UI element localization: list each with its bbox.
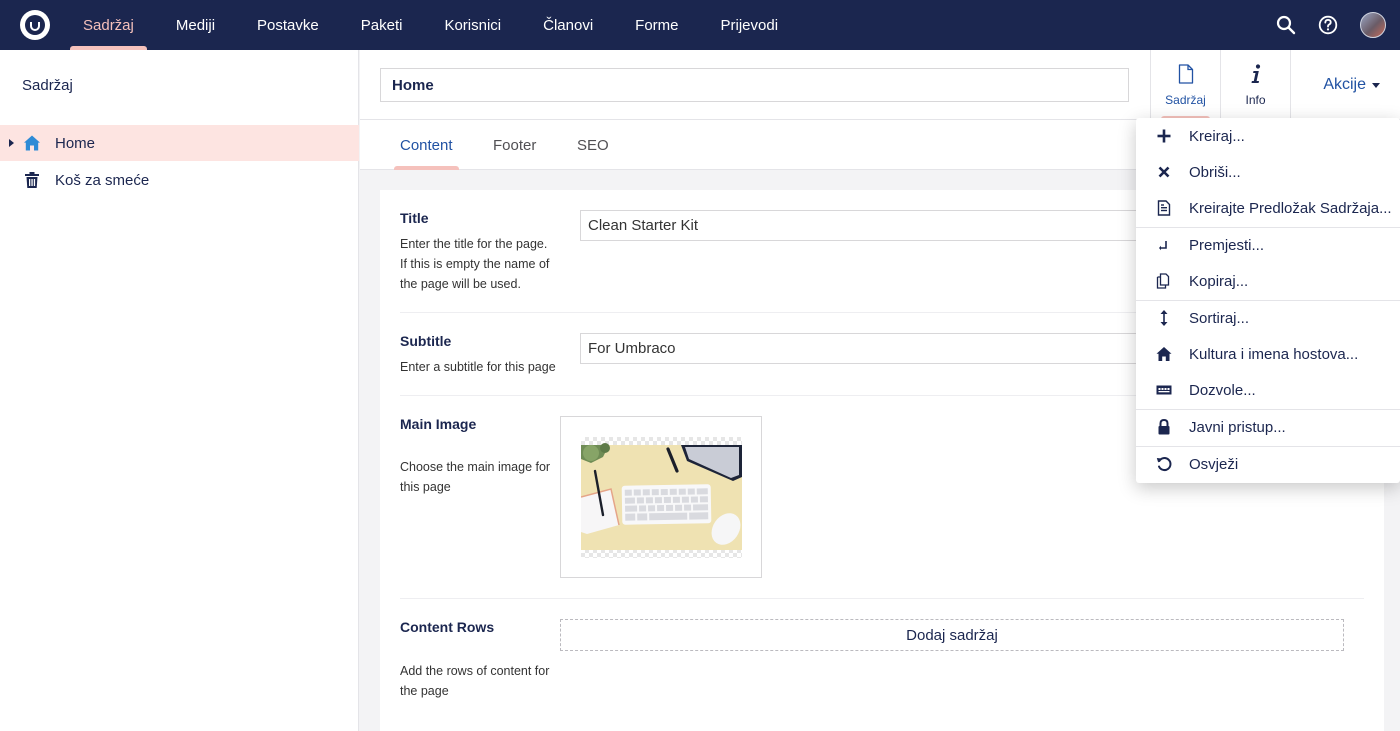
content-tree-sidebar: Sadržaj Home Koš za smeće xyxy=(0,50,359,731)
property-description: Enter a subtitle for this page xyxy=(400,360,556,374)
actions-label: Akcije xyxy=(1323,76,1366,93)
plus-icon xyxy=(1156,128,1172,144)
tree-item-recycle-bin[interactable]: Koš za smeće xyxy=(0,162,359,198)
culture-icon xyxy=(1156,346,1172,362)
permissions-icon xyxy=(1156,382,1172,398)
property-description: Add the rows of content for the page xyxy=(400,664,550,698)
desk-keyboard-image[interactable] xyxy=(580,437,742,558)
node-name-input[interactable] xyxy=(380,68,1129,102)
actions-dropdown: Kreiraj... Obriši... Kreirajte Predložak… xyxy=(1136,118,1400,483)
add-content-button[interactable]: Dodaj sadržaj xyxy=(560,619,1344,651)
app-content-button[interactable]: Sadržaj xyxy=(1150,50,1220,120)
property-label: Subtitle xyxy=(400,333,452,349)
search-icon[interactable] xyxy=(1276,15,1296,35)
nav-item-sadrzaj[interactable]: Sadržaj xyxy=(62,0,155,50)
copy-icon xyxy=(1156,273,1172,289)
action-create-blueprint[interactable]: Kreirajte Predložak Sadržaja... xyxy=(1136,190,1400,226)
move-icon xyxy=(1156,237,1172,253)
nav-item-clanovi[interactable]: Članovi xyxy=(522,0,614,50)
refresh-icon xyxy=(1156,456,1172,472)
editor-header: Sadržaj Info Akcije xyxy=(360,50,1400,120)
app-content-label: Sadržaj xyxy=(1165,92,1206,107)
main-image-picker[interactable] xyxy=(560,416,762,578)
blueprint-icon xyxy=(1156,200,1172,216)
app-info-label: Info xyxy=(1245,92,1266,107)
property-label: Main Image xyxy=(400,416,477,432)
nav-item-prijevodi[interactable]: Prijevodi xyxy=(700,0,800,50)
tab-seo[interactable]: SEO xyxy=(577,120,609,170)
nav-item-forme[interactable]: Forme xyxy=(614,0,699,50)
actions-button[interactable]: Akcije xyxy=(1323,50,1380,120)
tab-content[interactable]: Content xyxy=(394,120,459,170)
help-icon[interactable] xyxy=(1318,15,1338,35)
sidebar-title: Sadržaj xyxy=(22,77,73,94)
tree-item-home[interactable]: Home xyxy=(0,125,359,161)
action-create[interactable]: Kreiraj... xyxy=(1136,118,1400,154)
main-nav: Sadržaj Mediji Postavke Paketi Korisnici… xyxy=(62,0,799,50)
action-culture-hostnames[interactable]: Kultura i imena hostova... xyxy=(1136,336,1400,372)
property-description: Choose the main image for this page xyxy=(400,460,551,494)
nav-item-postavke[interactable]: Postavke xyxy=(236,0,340,50)
action-permissions[interactable]: Dozvole... xyxy=(1136,372,1400,408)
action-copy[interactable]: Kopiraj... xyxy=(1136,263,1400,299)
action-public-access[interactable]: Javni pristup... xyxy=(1136,409,1400,445)
umbraco-logo[interactable] xyxy=(20,10,50,40)
property-label: Content Rows xyxy=(400,619,495,635)
action-move[interactable]: Premjesti... xyxy=(1136,227,1400,263)
nav-item-korisnici[interactable]: Korisnici xyxy=(423,0,522,50)
user-avatar[interactable] xyxy=(1360,12,1386,38)
trash-icon xyxy=(23,171,41,189)
nav-item-paketi[interactable]: Paketi xyxy=(340,0,424,50)
expand-caret-icon[interactable] xyxy=(9,139,14,147)
image-thumbnail-frame xyxy=(580,437,742,558)
action-delete[interactable]: Obriši... xyxy=(1136,154,1400,190)
app-info-button[interactable]: Info xyxy=(1220,50,1290,120)
caret-down-icon xyxy=(1372,82,1380,88)
tab-footer[interactable]: Footer xyxy=(493,120,536,170)
property-description: Enter the title for the page. If this is… xyxy=(400,237,550,291)
actions-area: Akcije xyxy=(1290,50,1400,120)
delete-icon xyxy=(1156,164,1172,180)
tree-item-label: Koš za smeće xyxy=(55,171,150,189)
property-label: Title xyxy=(400,210,429,226)
sort-icon xyxy=(1156,310,1172,326)
nav-item-mediji[interactable]: Mediji xyxy=(155,0,236,50)
home-icon xyxy=(23,134,41,152)
top-bar: Sadržaj Mediji Postavke Paketi Korisnici… xyxy=(0,0,1400,50)
lock-icon xyxy=(1156,419,1172,435)
action-sort[interactable]: Sortiraj... xyxy=(1136,300,1400,336)
info-icon xyxy=(1250,63,1262,87)
top-right-tools xyxy=(1276,0,1386,50)
document-icon xyxy=(1178,63,1194,87)
tree-item-label: Home xyxy=(55,134,96,152)
action-refresh[interactable]: Osvježi xyxy=(1136,446,1400,482)
